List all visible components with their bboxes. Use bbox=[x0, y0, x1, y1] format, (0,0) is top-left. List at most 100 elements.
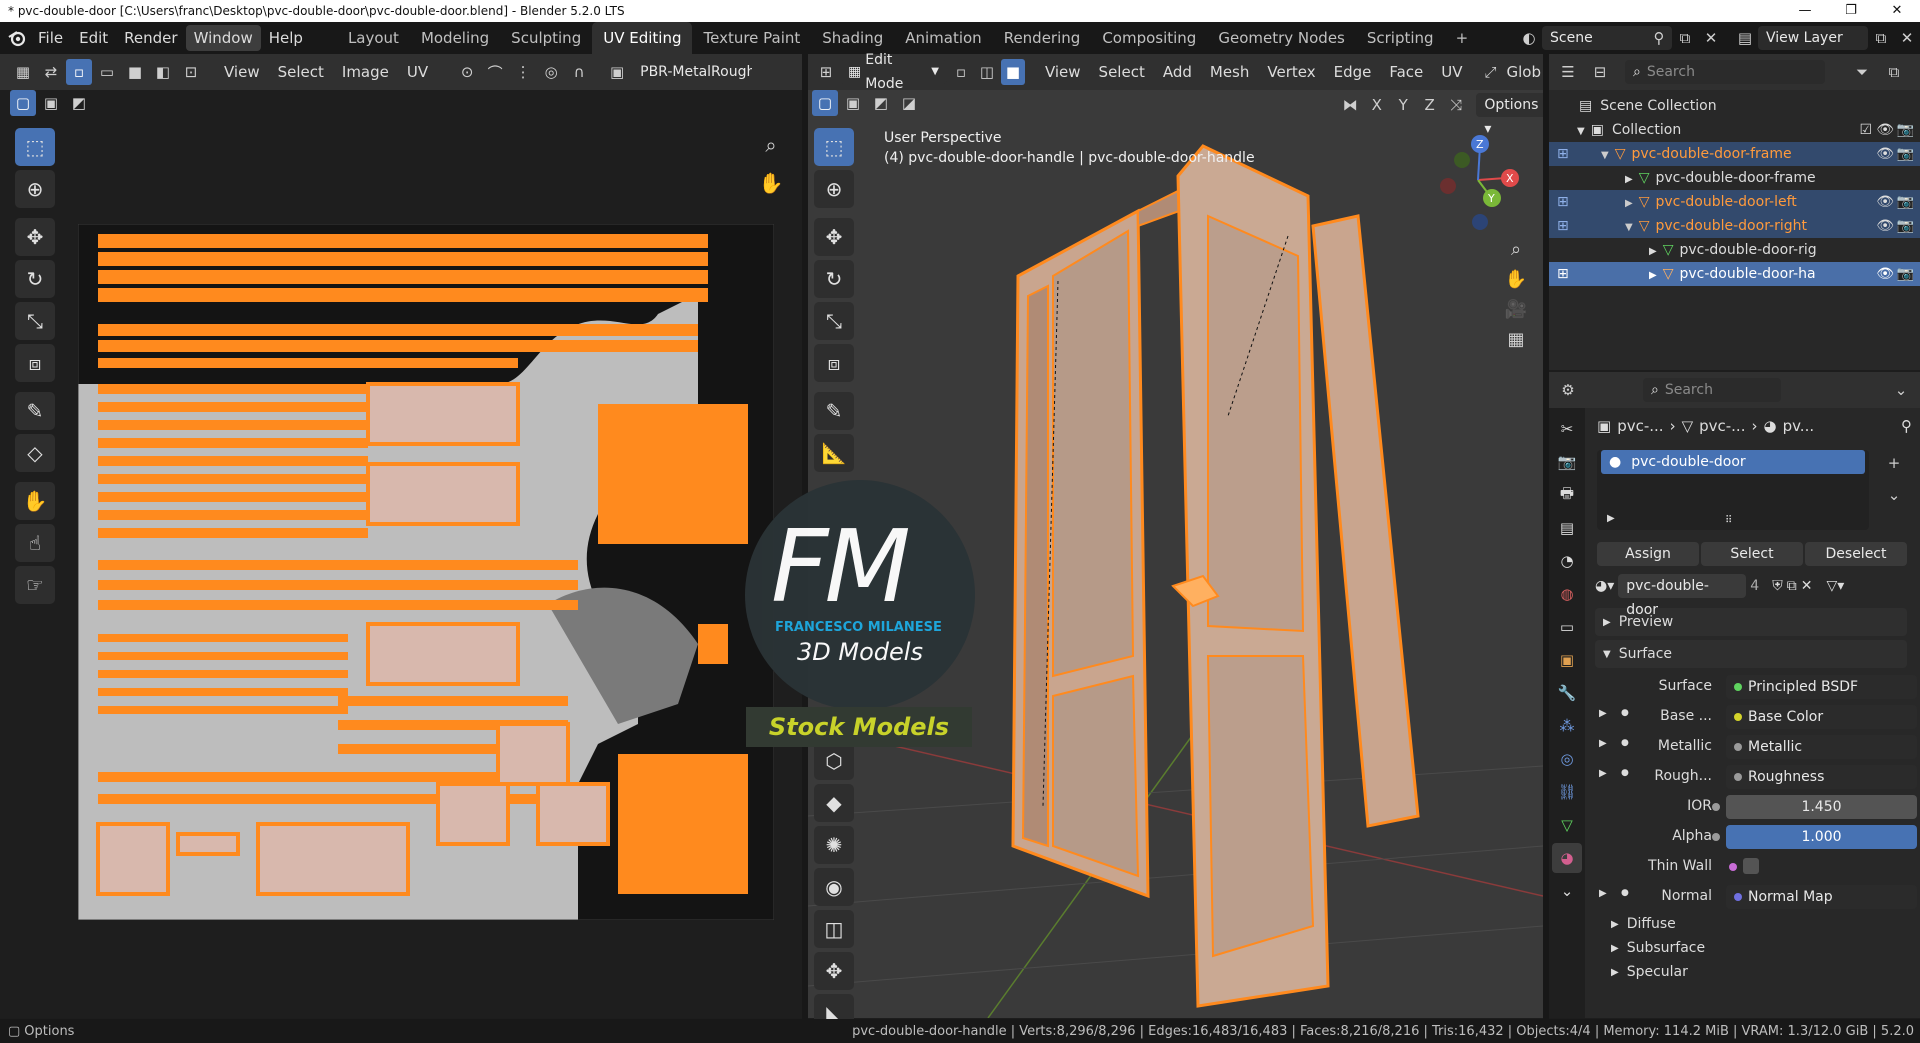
vp-pan-icon[interactable]: ✋ bbox=[1503, 266, 1529, 292]
properties-search-field[interactable]: ⌕ Search bbox=[1643, 378, 1781, 402]
metallic-field[interactable]: Metallic bbox=[1726, 735, 1917, 759]
scene-tab-icon[interactable]: ◔ bbox=[1552, 546, 1582, 576]
normal-field[interactable]: Normal Map bbox=[1726, 885, 1917, 909]
annotate-tool-icon[interactable]: ✎ bbox=[15, 392, 55, 430]
workspace-tab-rendering[interactable]: Rendering bbox=[993, 22, 1092, 54]
view-layer-icon[interactable]: ▤ bbox=[1732, 25, 1758, 51]
minimize-button[interactable]: — bbox=[1782, 0, 1828, 22]
scene-collection-row[interactable]: ▤ Scene Collection bbox=[1549, 94, 1920, 118]
collection-tab-icon[interactable]: ▭ bbox=[1552, 612, 1582, 642]
menu-help[interactable]: Help bbox=[261, 22, 311, 54]
properties-editor-type-icon[interactable]: ⚙ bbox=[1555, 377, 1581, 403]
collection-row[interactable]: ▼ ▣ Collection ☑ 👁 📷 bbox=[1549, 118, 1920, 142]
properties-options-icon[interactable]: ⌄ bbox=[1888, 377, 1914, 403]
workspace-tab-uv-editing[interactable]: UV Editing bbox=[592, 22, 693, 54]
physics-tab-icon[interactable]: ◎ bbox=[1552, 744, 1582, 774]
link-mode-icon[interactable]: ▽▾ bbox=[1826, 578, 1844, 594]
display-mode-icon[interactable]: ⊟ bbox=[1587, 59, 1613, 85]
vp-move-tool-icon[interactable]: ✥ bbox=[814, 218, 854, 256]
navigation-gizmo[interactable]: X Y Z bbox=[1428, 130, 1528, 230]
auto-merge-icon[interactable]: ⤨ bbox=[1444, 92, 1468, 118]
diffuse-subpanel[interactable]: ▶ Diffuse bbox=[1585, 912, 1920, 936]
tool-tab-icon[interactable]: ✂ bbox=[1552, 414, 1582, 444]
vp-measure-tool-icon[interactable]: 📐 bbox=[814, 434, 854, 472]
pin-icon[interactable]: ⚲ bbox=[1646, 25, 1672, 51]
workspace-tab-scripting[interactable]: Scripting bbox=[1356, 22, 1445, 54]
pan-icon[interactable]: ✋ bbox=[758, 170, 784, 196]
mirror-icon[interactable]: ⧓ bbox=[1338, 92, 1362, 118]
surface-shader-field[interactable]: Principled BSDF bbox=[1726, 675, 1917, 699]
select-new-icon[interactable]: ▢ bbox=[10, 90, 36, 116]
delete-view-layer-icon[interactable]: ✕ bbox=[1894, 25, 1920, 51]
close-button[interactable]: ✕ bbox=[1874, 0, 1920, 22]
cursor-tool-icon[interactable]: ⊕ bbox=[15, 170, 55, 208]
viewport-menu-select[interactable]: Select bbox=[1091, 59, 1153, 85]
uv-menu-image[interactable]: Image bbox=[334, 59, 397, 85]
menu-window[interactable]: Window bbox=[185, 25, 261, 51]
deselect-button[interactable]: Deselect bbox=[1805, 542, 1907, 566]
vp-select-new-icon[interactable]: ▢ bbox=[812, 90, 838, 116]
snap-icon[interactable]: ⌒ bbox=[482, 59, 508, 85]
data-tab-icon[interactable]: ▽ bbox=[1552, 810, 1582, 840]
vp-transform-tool-icon[interactable]: ⧈ bbox=[814, 344, 854, 382]
face-select-icon[interactable]: ■ bbox=[122, 59, 148, 85]
particles-tab-icon[interactable]: ⁂ bbox=[1552, 711, 1582, 741]
scale-tool-icon[interactable]: ⤡ bbox=[15, 302, 55, 340]
viewport-menu-vertex[interactable]: Vertex bbox=[1259, 59, 1323, 85]
mode-selector[interactable]: ▦ Edit Mode ▼ bbox=[839, 52, 947, 92]
workspace-tab-texture-paint[interactable]: Texture Paint bbox=[692, 22, 811, 54]
new-view-layer-icon[interactable]: ⧉ bbox=[1868, 25, 1894, 51]
resize-handle-icon[interactable]: ⠿ bbox=[1725, 515, 1732, 526]
pinch-tool-icon[interactable]: ☞ bbox=[15, 566, 55, 604]
unlink-icon[interactable]: ✕ bbox=[1801, 578, 1813, 594]
vp-cursor-tool-icon[interactable]: ⊕ bbox=[814, 170, 854, 208]
snap-target-icon[interactable]: ⋮ bbox=[510, 59, 536, 85]
vp-rotate-tool-icon[interactable]: ↻ bbox=[814, 260, 854, 298]
vp-push-tool-icon[interactable]: ✥ bbox=[814, 952, 854, 990]
assign-button[interactable]: Assign bbox=[1597, 542, 1699, 566]
outliner-item-left[interactable]: ⊞ ▶ ▽ pvc-double-door-left 👁 📷 bbox=[1549, 190, 1920, 214]
output-tab-icon[interactable]: 🖶 bbox=[1552, 480, 1582, 510]
vp-select-extend-icon[interactable]: ▣ bbox=[840, 90, 866, 116]
vp-scale-tool-icon[interactable]: ⤡ bbox=[814, 302, 854, 340]
menu-file[interactable]: File bbox=[30, 22, 71, 54]
uv-menu-uv[interactable]: UV bbox=[399, 59, 436, 85]
render-tab-icon[interactable]: 📷 bbox=[1552, 447, 1582, 477]
viewport-menu-uv[interactable]: UV bbox=[1433, 59, 1470, 85]
ortho-toggle-icon[interactable]: ▦ bbox=[1503, 326, 1529, 352]
uv-layout-canvas[interactable] bbox=[78, 224, 774, 920]
menu-edit[interactable]: Edit bbox=[71, 22, 116, 54]
base-color-field[interactable]: Base Color bbox=[1726, 705, 1917, 729]
surface-panel-header[interactable]: ▼ Surface bbox=[1595, 640, 1907, 668]
vp-extrude-tool-icon[interactable]: ⬡ bbox=[814, 742, 854, 780]
constraints-tab-icon[interactable]: ⛓ bbox=[1552, 777, 1582, 807]
outliner-item-right[interactable]: ⊞ ▼ ▽ pvc-double-door-right 👁 📷 bbox=[1549, 214, 1920, 238]
viewport-menu-mesh[interactable]: Mesh bbox=[1202, 59, 1258, 85]
vp-select-invert-icon[interactable]: ◪ bbox=[896, 90, 922, 116]
vertex-select-icon[interactable]: ▫ bbox=[66, 59, 92, 85]
maximize-button[interactable]: ❐ bbox=[1828, 0, 1874, 22]
image-browse-icon[interactable]: ▣ bbox=[604, 59, 630, 85]
expand-icon[interactable]: ▶ bbox=[1607, 513, 1615, 524]
select-subtract-icon[interactable]: ◩ bbox=[66, 90, 92, 116]
user-count[interactable]: 4 bbox=[1750, 578, 1768, 594]
editor-type-icon[interactable]: ▦ bbox=[10, 59, 36, 85]
material-slot-item[interactable]: ● pvc-double-door bbox=[1601, 450, 1865, 474]
delete-scene-icon[interactable]: ✕ bbox=[1698, 25, 1724, 51]
vp-annotate-tool-icon[interactable]: ✎ bbox=[814, 392, 854, 430]
move-tool-icon[interactable]: ✥ bbox=[15, 218, 55, 256]
vp-shear-tool-icon[interactable]: ◫ bbox=[814, 910, 854, 948]
select-button[interactable]: Select bbox=[1701, 542, 1803, 566]
thin-wall-checkbox[interactable] bbox=[1743, 858, 1759, 874]
add-workspace-button[interactable]: + bbox=[1445, 22, 1480, 54]
add-slot-button[interactable]: + bbox=[1881, 450, 1907, 476]
island-select-icon[interactable]: ◧ bbox=[150, 59, 176, 85]
new-collection-icon[interactable]: ⧉ bbox=[1881, 59, 1907, 85]
mirror-z-toggle[interactable]: Z bbox=[1417, 92, 1441, 118]
uv-menu-view[interactable]: View bbox=[216, 59, 268, 85]
outliner-item-frame[interactable]: ⊞ ▼ ▽ pvc-double-door-frame 👁 📷 bbox=[1549, 142, 1920, 166]
viewport-menu-face[interactable]: Face bbox=[1381, 59, 1431, 85]
scene-icon[interactable]: ◐ bbox=[1516, 25, 1542, 51]
select-box-tool-icon[interactable]: ⬚ bbox=[15, 128, 55, 166]
uv-menu-select[interactable]: Select bbox=[270, 59, 332, 85]
